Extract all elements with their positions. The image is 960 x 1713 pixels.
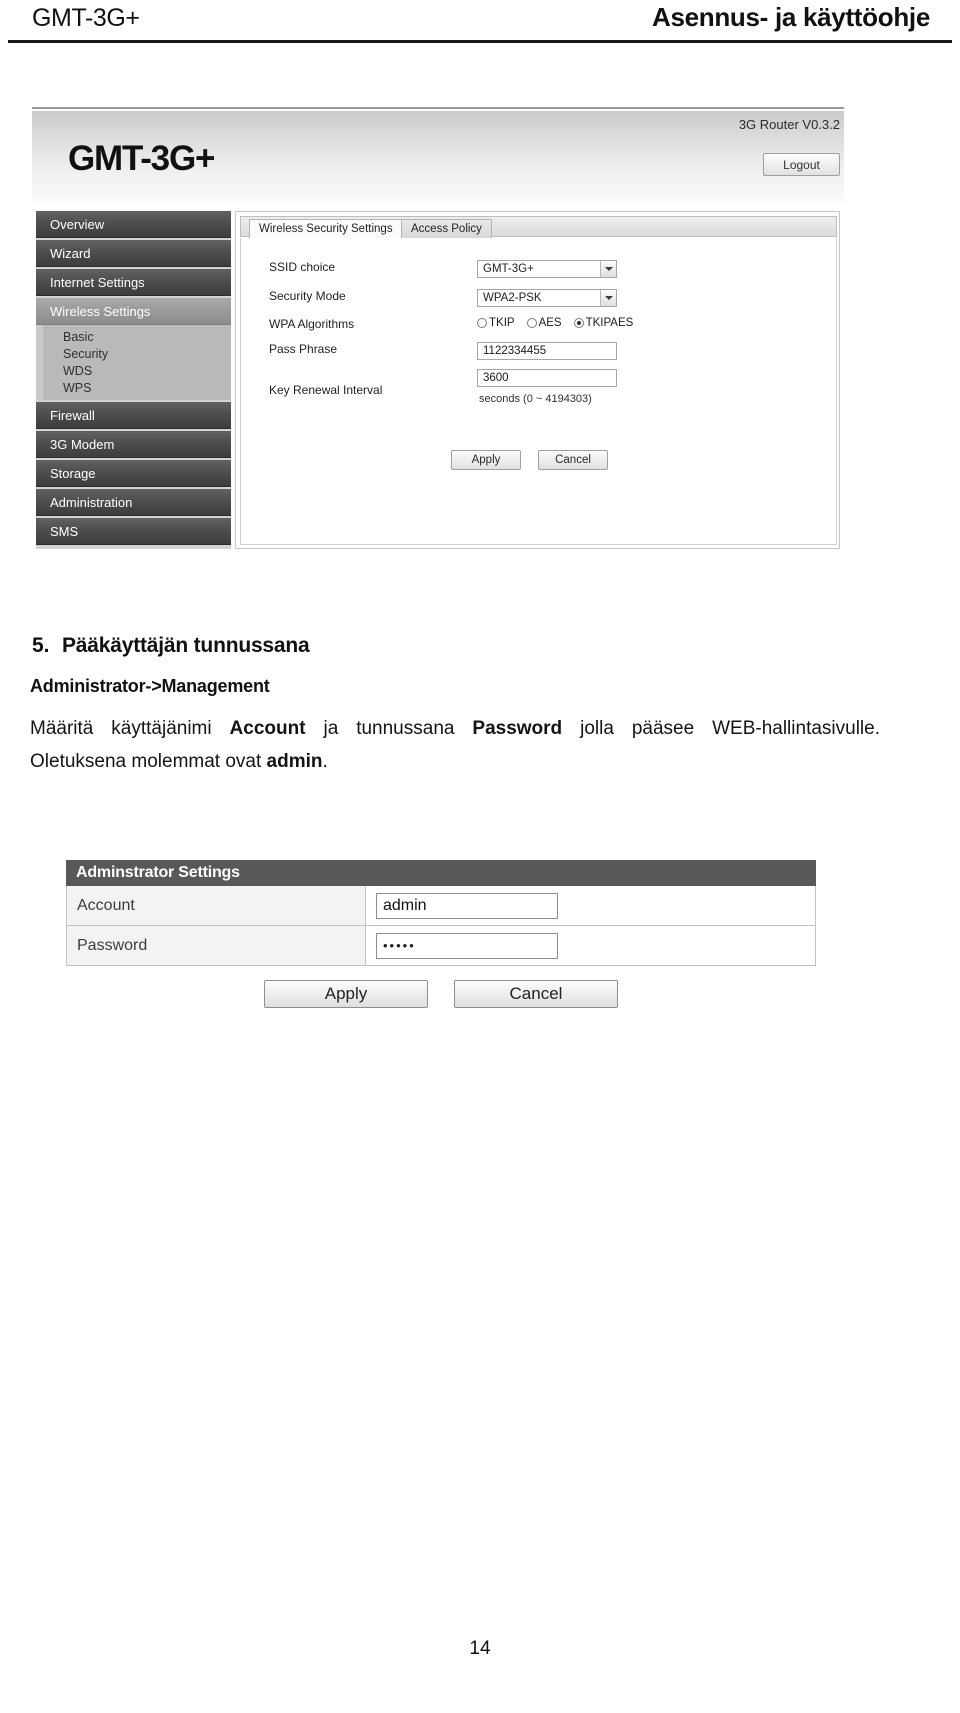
radio-icon-tkip[interactable] [477,318,487,328]
sidebar-subitem-basic[interactable]: Basic [43,328,231,345]
admin-row-password: Password ••••• [66,926,816,966]
apply-button[interactable]: Apply [451,450,521,470]
logout-button[interactable]: Logout [763,153,840,176]
radio-icon-aes[interactable] [526,318,537,328]
router-logo: GMT-3G+ [68,139,215,178]
ssid-select[interactable]: GMT-3G+ [477,260,617,278]
sidebar-item-wireless-settings[interactable]: Wireless Settings [36,298,231,325]
admin-panel-title: Adminstrator Settings [66,860,816,886]
section-number: 5. [32,634,50,657]
wpa-algorithms-label: WPA Algorithms [269,317,355,331]
radio-label-aes: AES [538,317,562,329]
section-paragraph: Määritä käyttäjänimi Account ja tunnussa… [30,718,880,772]
tab-strip: Wireless Security Settings Access Policy [240,216,837,238]
security-mode-select-value: WPA2-PSK [483,292,542,304]
radio-option-aes[interactable]: AES [526,317,562,329]
radio-icon-tkipaes[interactable] [573,318,584,328]
key-renewal-hint: seconds (0 ~ 4194303) [479,393,592,405]
account-input[interactable]: admin [376,892,558,919]
cancel-button[interactable]: Cancel [538,450,608,470]
router-firmware-version: 3G Router V0.3.2 [738,117,840,132]
ssid-select-value: GMT-3G+ [483,263,534,275]
sidebar-subitem-wps[interactable]: WPS [43,379,231,396]
sidebar-item-internet-settings[interactable]: Internet Settings [36,269,231,296]
radio-option-tkip[interactable]: TKIP [477,317,515,329]
password-field-cell: ••••• [366,926,816,966]
admin-row-account: Account admin [66,886,816,926]
chevron-down-icon[interactable] [600,261,616,277]
sidebar-item-3g-modem[interactable]: 3G Modem [36,431,231,458]
document-page: GMT-3G+ Asennus- ja käyttöohje GMT-3G+ 3… [0,0,960,1713]
page-number: 14 [469,1638,491,1659]
document-running-header: GMT-3G+ Asennus- ja käyttöohje [0,0,960,44]
ssid-label: SSID choice [269,260,336,274]
screenshot-wireless-security: GMT-3G+ 3G Router V0.3.2 Logout Overview… [32,107,844,549]
router-brand-bar: GMT-3G+ 3G Router V0.3.2 Logout [32,111,844,203]
header-document-title: Asennus- ja käyttöohje [651,2,930,32]
sidebar-subitem-wds[interactable]: WDS [43,362,231,379]
section-subtitle: Administrator->Management [30,676,270,696]
security-mode-select[interactable]: WPA2-PSK [477,289,617,307]
admin-cancel-button[interactable]: Cancel [454,980,618,1008]
sidebar-item-sms[interactable]: SMS [36,518,231,545]
section-title: Pääkäyttäjän tunnussana [62,634,310,657]
sidebar-item-wizard[interactable]: Wizard [36,240,231,267]
passphrase-input[interactable]: 1122334455 [477,342,617,360]
wireless-security-form: SSID choice GMT-3G+ Security Mode WPA2-P… [240,238,837,545]
sidebar-item-administration[interactable]: Administration [36,489,231,516]
admin-apply-button[interactable]: Apply [264,980,428,1008]
security-mode-label: Security Mode [269,289,346,303]
account-field-cell: admin [366,886,816,926]
tab-access-policy[interactable]: Access Policy [401,219,492,238]
passphrase-label: Pass Phrase [269,342,338,356]
tab-wireless-security-settings[interactable]: Wireless Security Settings [249,219,403,238]
password-label: Password [66,926,366,966]
router-content-panel: Wireless Security Settings Access Policy… [235,211,840,549]
radio-label-tkip: TKIP [489,317,515,329]
key-renewal-input[interactable]: 3600 [477,369,617,387]
router-sidebar-nav: Overview Wizard Internet Settings Wirele… [36,211,231,549]
header-divider-rule [8,40,952,43]
sidebar-submenu-wireless: Basic Security WDS WPS [36,325,231,400]
wpa-algorithms-radio-group: TKIP AES TKIPAES [477,317,633,329]
sidebar-item-storage[interactable]: Storage [36,460,231,487]
account-label: Account [66,886,366,926]
radio-option-tkipaes[interactable]: TKIPAES [573,317,634,329]
header-product-name: GMT-3G+ [32,4,140,32]
key-renewal-label: Key Renewal Interval [269,383,383,397]
sidebar-item-firewall[interactable]: Firewall [36,402,231,429]
sidebar-subitem-security[interactable]: Security [43,345,231,362]
sidebar-item-overview[interactable]: Overview [36,211,231,238]
chevron-down-icon[interactable] [600,290,616,306]
password-input[interactable]: ••••• [376,932,558,959]
radio-label-tkipaes: TKIPAES [585,317,634,329]
screenshot-administrator-settings: Adminstrator Settings Account admin Pass… [66,860,816,1010]
